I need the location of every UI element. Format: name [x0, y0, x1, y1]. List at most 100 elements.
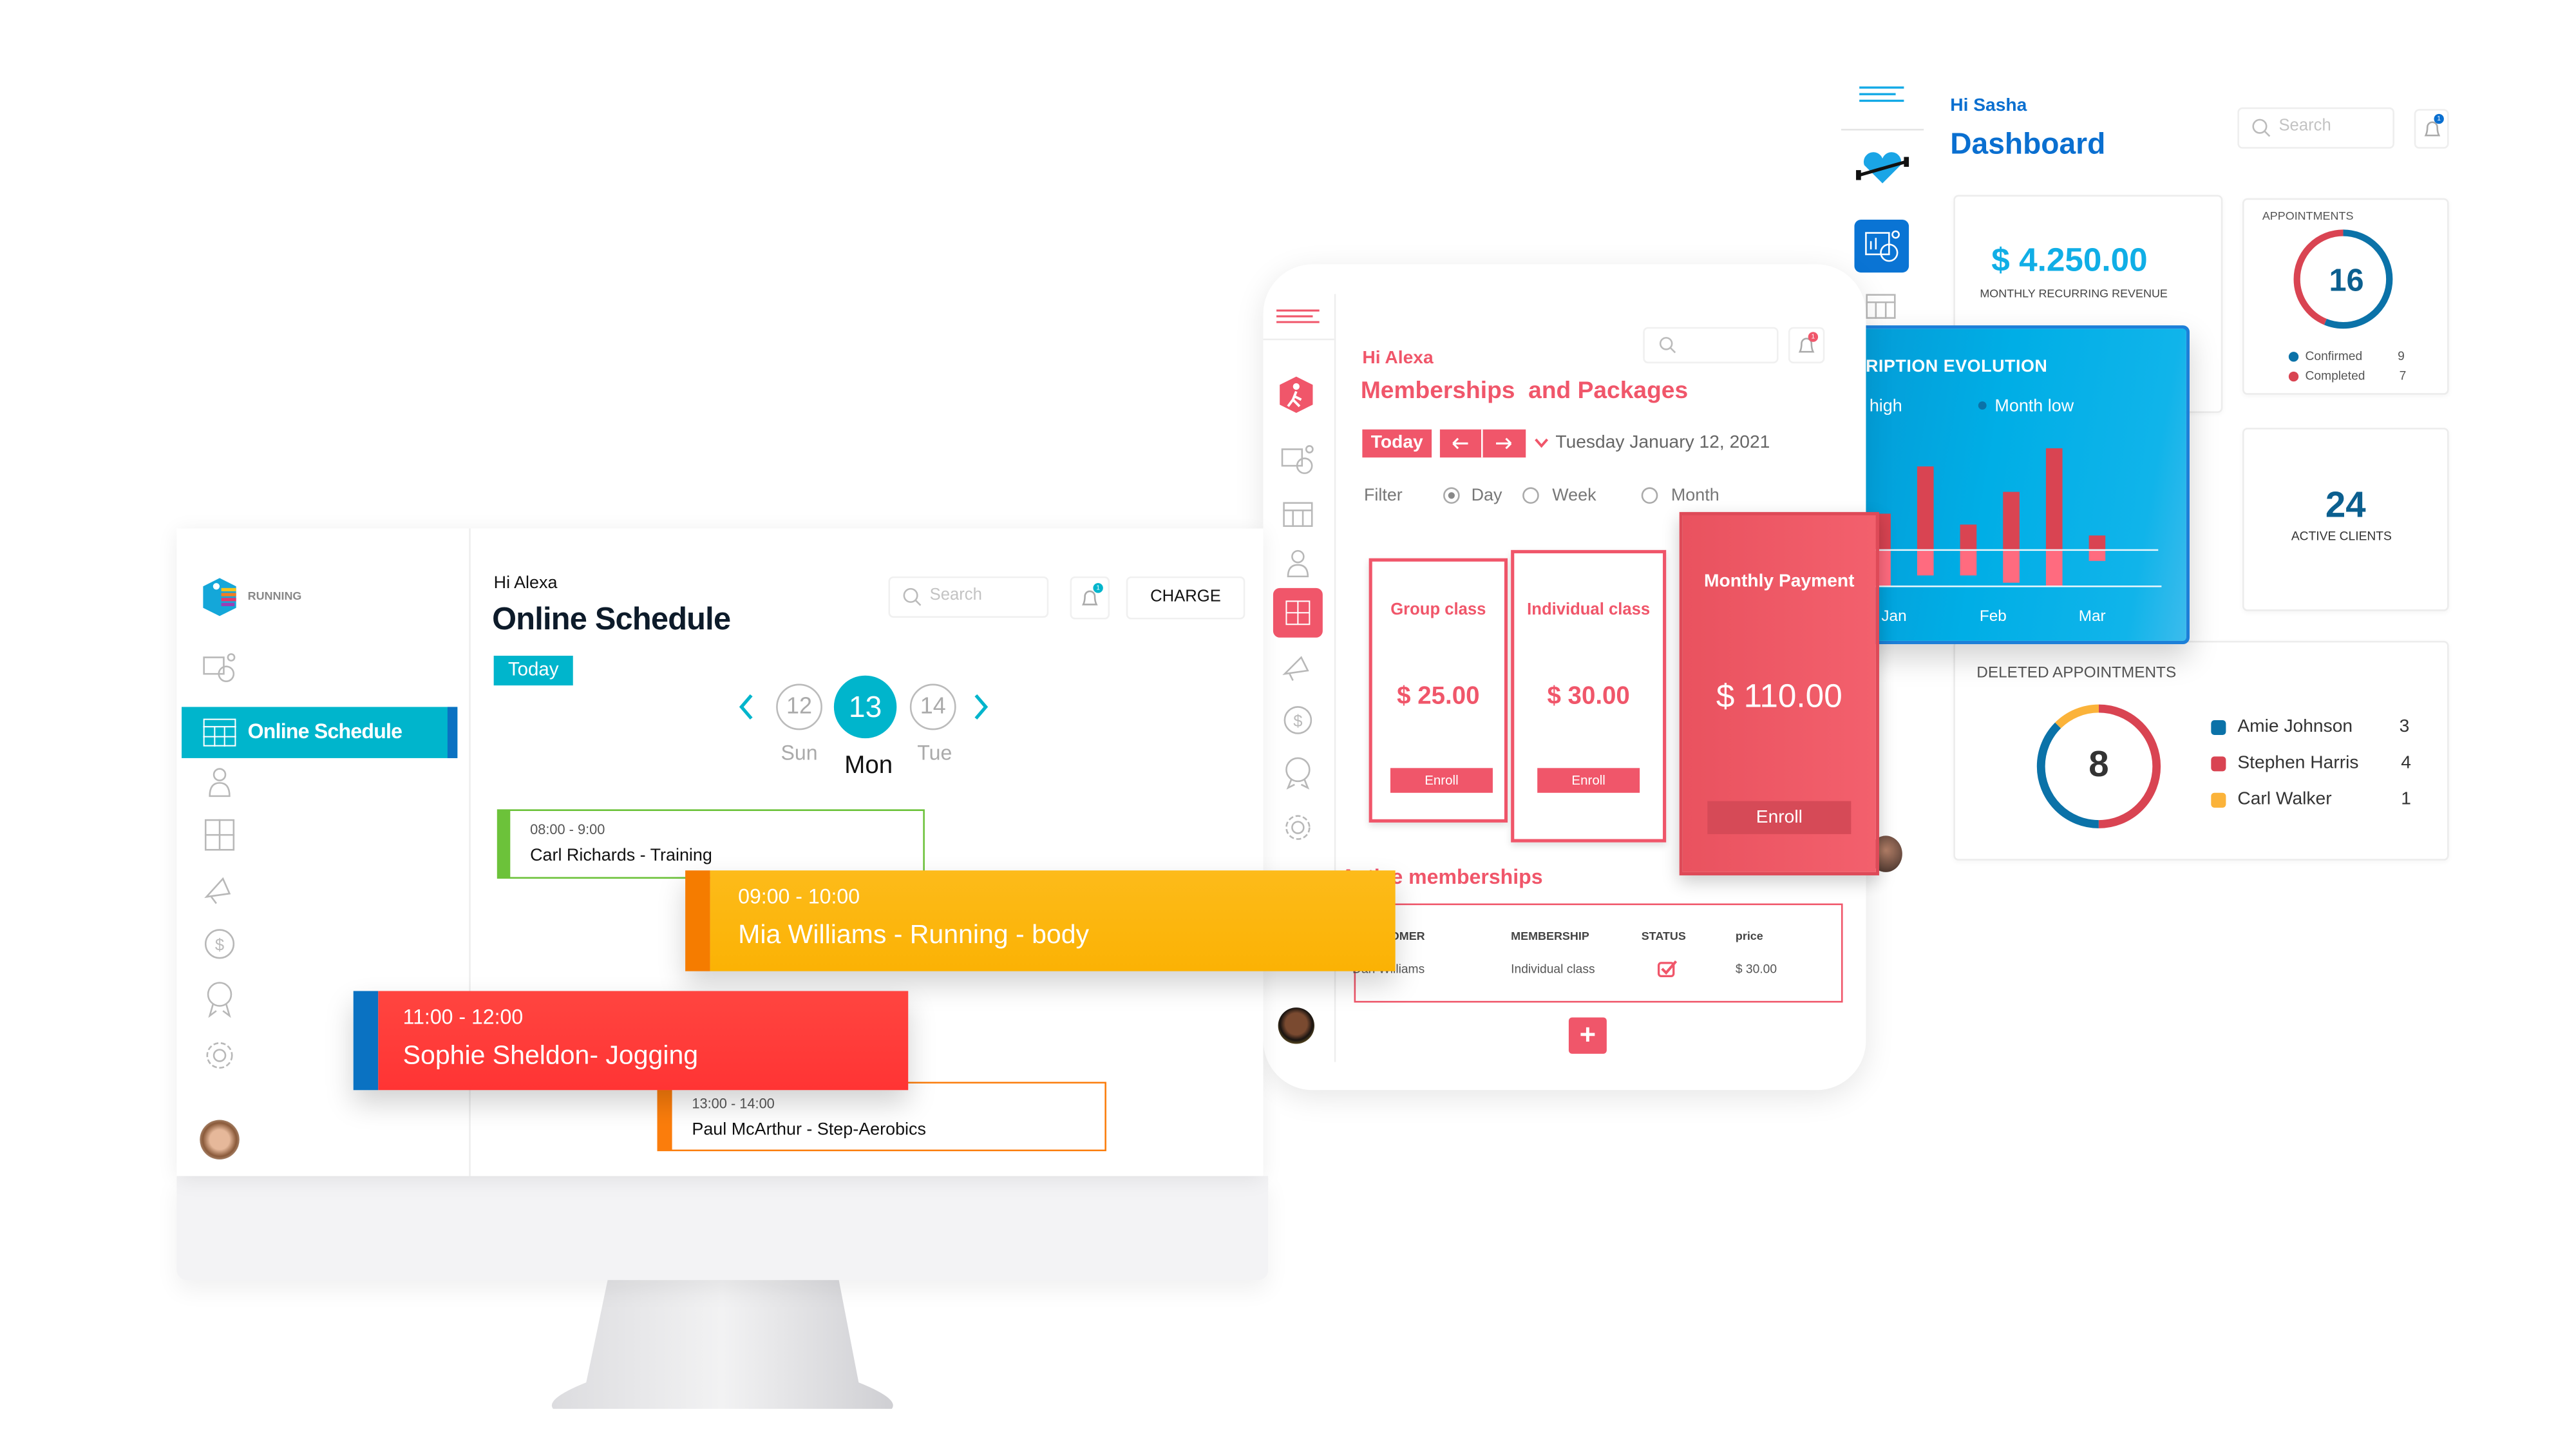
bar-high [2088, 535, 2106, 550]
event-card-carl[interactable]: 08:00 - 9:00 Carl Richards - Training [497, 809, 925, 879]
confirmed-value: 9 [2398, 348, 2405, 364]
notification-badge: 1 [2434, 113, 2444, 124]
filter-week-radio[interactable] [1522, 487, 1539, 504]
event-title: Mia Williams - Running - body [738, 921, 1090, 950]
day-14-button[interactable]: 14 [909, 683, 956, 730]
day-label: Sun [781, 741, 818, 765]
avatar[interactable] [200, 1120, 240, 1159]
award-icon[interactable] [1283, 756, 1312, 790]
enroll-button[interactable]: Enroll [1537, 768, 1640, 793]
stephen-swatch [2211, 756, 2226, 772]
event-title: Sophie Sheldon- Jogging [402, 1042, 699, 1071]
table-header: MEMBERSHIP [1511, 931, 1589, 944]
stephen-label: Stephen Harris [2237, 753, 2359, 773]
running-logo [203, 578, 236, 616]
package-card-group: Group class $ 25.00 Enroll [1368, 558, 1508, 823]
checkbox-checked-icon[interactable] [1657, 960, 1678, 978]
next-day-button[interactable] [1482, 429, 1526, 458]
megaphone-icon[interactable] [203, 872, 236, 905]
deleted-total: 8 [2088, 743, 2109, 785]
bar-high [1960, 524, 1977, 550]
completed-label: Completed [2305, 368, 2365, 383]
chevron-right-icon[interactable] [972, 694, 989, 720]
confirmed-label: Confirmed [2305, 348, 2363, 364]
dashboard-title: Dashboard [1950, 127, 2106, 160]
menu-icon[interactable] [1859, 86, 1904, 102]
dollar-icon[interactable]: $ [204, 928, 235, 960]
deleted-title: DELETED APPOINTMENTS [1976, 663, 2177, 682]
today-button[interactable]: Today [493, 655, 573, 686]
package-card-individual: Individual class $ 30.00 Enroll [1511, 549, 1667, 843]
search-icon [2252, 119, 2271, 137]
enroll-button[interactable]: Enroll [1707, 801, 1852, 834]
add-membership-button[interactable]: + [1568, 1017, 1607, 1054]
sidebar-item-memberships[interactable] [1273, 587, 1323, 638]
day-label: Mon [844, 751, 893, 780]
schedule-notification-button[interactable]: 1 [1070, 576, 1110, 620]
monitor-bezel [176, 1176, 1269, 1281]
dashboard-notification-button[interactable]: 1 [2414, 109, 2449, 149]
sidebar-item-analytics[interactable] [1854, 220, 1909, 273]
trainer-icon[interactable] [205, 767, 234, 799]
filter-week-label: Week [1552, 485, 1596, 506]
settings-gear-icon[interactable] [1283, 813, 1312, 843]
chevron-down-icon[interactable] [1534, 437, 1549, 449]
filter-month-label: Month [1671, 485, 1719, 506]
event-time: 11:00 - 12:00 [402, 1006, 524, 1029]
memberships-search-input[interactable] [1643, 327, 1779, 364]
schedule-greeting: Hi Alexa [493, 573, 558, 593]
megaphone-icon[interactable] [1282, 651, 1314, 681]
schedule-search-input[interactable]: Search [888, 576, 1049, 618]
day-12-button[interactable]: 12 [776, 683, 822, 730]
settings-gear-icon[interactable] [205, 1040, 234, 1070]
memberships-notification-button[interactable]: 1 [1788, 327, 1825, 364]
trainer-icon[interactable] [1283, 548, 1312, 578]
enroll-button[interactable]: Enroll [1390, 768, 1493, 793]
sidebar-item-label: Online Schedule [247, 720, 402, 743]
notification-badge: 1 [1808, 332, 1819, 342]
analytics-icon[interactable] [1281, 444, 1314, 474]
event-title: Paul McArthur - Step-Aerobics [692, 1120, 926, 1140]
package-price: $ 110.00 [1716, 678, 1842, 716]
menu-icon[interactable] [1276, 309, 1320, 323]
analytics-icon[interactable] [203, 653, 236, 684]
calendar-icon[interactable] [1283, 502, 1313, 527]
sidebar-item-online-schedule[interactable]: Online Schedule [182, 707, 458, 758]
package-name: Individual class [1527, 601, 1651, 620]
memberships-title: Memberships and Packages [1360, 378, 1689, 405]
charge-button[interactable]: CHARGE [1126, 576, 1245, 620]
chevron-left-icon[interactable] [738, 694, 755, 720]
x-tick-label: Feb [1980, 607, 2007, 625]
day-13-button[interactable]: 13 [833, 675, 897, 739]
event-card-sophie[interactable]: 11:00 - 12:00 Sophie Sheldon- Jogging [353, 991, 909, 1091]
dashboard-greeting: Hi Sasha [1950, 95, 2027, 116]
table-header: price [1735, 931, 1763, 944]
filter-month-radio[interactable] [1641, 487, 1658, 504]
revenue-label: MONTHLY RECURRING REVENUE [1980, 289, 2168, 301]
today-button[interactable]: Today [1362, 429, 1432, 458]
calculator-icon[interactable] [204, 819, 235, 851]
avatar[interactable] [1278, 1007, 1315, 1044]
event-title: Carl Richards - Training [530, 845, 712, 866]
filter-label: Filter [1363, 485, 1403, 506]
calculator-icon [1285, 600, 1311, 625]
svg-text:$: $ [215, 937, 224, 955]
package-price: $ 25.00 [1397, 682, 1480, 711]
filter-day-radio[interactable] [1443, 487, 1460, 504]
active-clients-label: ACTIVE CLIENTS [2291, 528, 2392, 544]
calendar-icon[interactable] [1866, 294, 1896, 319]
schedule-window: RUNNING Online Schedule $ Hi Alexa Onlin… [176, 528, 1396, 1176]
event-card-mia[interactable]: 09:00 - 10:00 Mia Williams - Running - b… [685, 870, 1396, 971]
memberships-table: CUSTOMER MEMBERSHIP STATUS price Dan Wil… [1352, 903, 1843, 1003]
monitor-stand [551, 1280, 893, 1409]
bar-low [2003, 549, 2020, 583]
carl-label: Carl Walker [2237, 789, 2332, 810]
dollar-icon[interactable]: $ [1283, 705, 1312, 735]
search-icon [903, 587, 922, 606]
award-icon[interactable] [205, 981, 234, 1018]
package-name: Monthly Payment [1704, 571, 1855, 591]
event-card-paul[interactable]: 13:00 - 14:00 Paul McArthur - Step-Aerob… [657, 1082, 1106, 1152]
amie-swatch [2211, 720, 2226, 736]
prev-day-button[interactable] [1439, 429, 1483, 458]
dashboard-search-input[interactable]: Search [2237, 107, 2394, 149]
